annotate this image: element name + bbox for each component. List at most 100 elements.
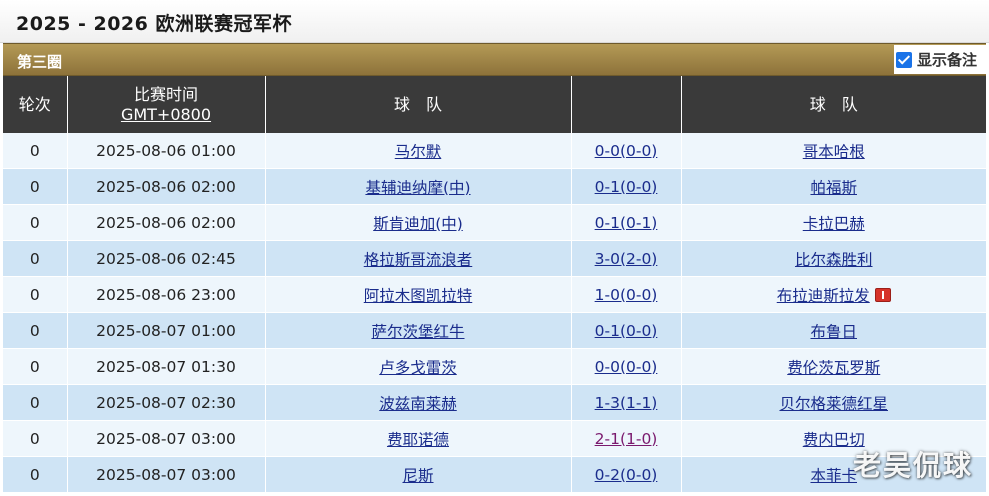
home-team-cell: 斯肯迪加(中) — [265, 204, 572, 241]
home-team-cell: 卢多戈雷茨 — [265, 348, 572, 385]
home-team-cell: 费耶诺德 — [265, 420, 572, 457]
home-team-cell: 阿拉木图凯拉特 — [265, 276, 572, 313]
score-cell: 0-0(0-0) — [571, 133, 682, 169]
header-round: 轮次 — [3, 76, 68, 133]
away-team-link[interactable]: 贝尔格莱德红星 — [779, 395, 888, 413]
score-link[interactable]: 0-0(0-0) — [595, 142, 658, 160]
round-cell: 0 — [3, 348, 68, 385]
away-team-link[interactable]: 帕福斯 — [810, 179, 857, 197]
round-cell: 0 — [3, 240, 68, 277]
table-row: 0 2025-08-06 02:45 格拉斯哥流浪者 3-0(2-0) 比尔森胜… — [3, 240, 986, 277]
score-link[interactable]: 0-0(0-0) — [595, 358, 658, 376]
round-cell: 0 — [3, 384, 68, 421]
show-notes-toggle[interactable]: 显示备注 — [894, 45, 986, 74]
score-link[interactable]: 0-1(0-0) — [595, 322, 658, 340]
header-time: 比赛时间 GMT+0800 — [67, 76, 266, 133]
home-team-link[interactable]: 马尔默 — [395, 143, 442, 161]
header-score — [571, 76, 682, 133]
away-team-link[interactable]: 费伦茨瓦罗斯 — [787, 359, 880, 377]
away-team-cell: 哥本哈根 — [681, 133, 986, 169]
watermark: 老吴侃球 — [852, 449, 973, 482]
time-cell: 2025-08-07 03:00 — [67, 420, 266, 457]
table-row: 0 2025-08-07 01:30 卢多戈雷茨 0-0(0-0) 费伦茨瓦罗斯 — [3, 348, 986, 385]
match-table: 轮次 比赛时间 GMT+0800 球 队 球 队 0 2025-08-06 01… — [3, 76, 986, 493]
header-away-team: 球 队 — [681, 76, 986, 133]
home-team-cell: 萨尔茨堡红牛 — [265, 312, 572, 349]
home-team-cell: 马尔默 — [265, 133, 572, 169]
home-team-link[interactable]: 格拉斯哥流浪者 — [364, 251, 473, 269]
home-team-cell: 尼斯 — [265, 456, 572, 493]
time-cell: 2025-08-07 02:30 — [67, 384, 266, 421]
away-team-cell: 比尔森胜利 — [681, 240, 986, 277]
home-team-link[interactable]: 费耶诺德 — [387, 431, 449, 449]
away-team-link[interactable]: 卡拉巴赫 — [803, 215, 865, 233]
score-cell: 1-3(1-1) — [571, 384, 682, 421]
score-link[interactable]: 0-2(0-0) — [595, 466, 658, 484]
score-link[interactable]: 0-1(0-1) — [595, 214, 658, 232]
away-team-cell: 贝尔格莱德红星 — [681, 384, 986, 421]
page-title: 2025 - 2026 欧洲联赛冠军杯 — [16, 13, 292, 35]
time-cell: 2025-08-06 02:45 — [67, 240, 266, 277]
score-cell: 3-0(2-0) — [571, 240, 682, 277]
score-cell: 0-0(0-0) — [571, 348, 682, 385]
header-time-label: 比赛时间 — [133, 84, 198, 104]
show-notes-label: 显示备注 — [917, 51, 978, 69]
round-cell: 0 — [3, 168, 68, 205]
away-team-link[interactable]: 布鲁日 — [810, 323, 857, 341]
away-team-link[interactable]: 布拉迪斯拉发 — [777, 287, 870, 305]
score-link[interactable]: 1-0(0-0) — [595, 286, 658, 304]
time-cell: 2025-08-06 02:00 — [67, 168, 266, 205]
table-row: 0 2025-08-07 01:00 萨尔茨堡红牛 0-1(0-0) 布鲁日 — [3, 312, 986, 349]
home-team-link[interactable]: 卢多戈雷茨 — [379, 359, 457, 377]
title-bar: 2025 - 2026 欧洲联赛冠军杯 — [0, 0, 989, 43]
table-header-row: 轮次 比赛时间 GMT+0800 球 队 球 队 — [3, 76, 986, 133]
time-cell: 2025-08-07 03:00 — [67, 456, 266, 493]
home-team-link[interactable]: 尼斯 — [402, 467, 433, 485]
score-link[interactable]: 2-1(1-0) — [595, 430, 658, 448]
note-alert-icon[interactable] — [874, 287, 891, 302]
table-row: 0 2025-08-07 03:00 尼斯 0-2(0-0) 本菲卡 — [3, 456, 986, 493]
home-team-cell: 波兹南莱赫 — [265, 384, 572, 421]
away-team-cell: 布鲁日 — [681, 312, 986, 349]
round-bar: 第三圈 显示备注 — [3, 43, 986, 76]
home-team-link[interactable]: 斯肯迪加(中) — [373, 215, 463, 233]
score-link[interactable]: 1-3(1-1) — [595, 394, 658, 412]
time-cell: 2025-08-07 01:00 — [67, 312, 266, 349]
time-cell: 2025-08-07 01:30 — [67, 348, 266, 385]
away-team-link[interactable]: 比尔森胜利 — [795, 251, 873, 269]
table-row: 0 2025-08-06 02:00 斯肯迪加(中) 0-1(0-1) 卡拉巴赫 — [3, 204, 986, 241]
home-team-link[interactable]: 波兹南莱赫 — [379, 395, 457, 413]
away-team-link[interactable]: 本菲卡 — [810, 467, 857, 485]
round-label: 第三圈 — [17, 53, 63, 71]
home-team-link[interactable]: 基辅迪纳摩(中) — [365, 179, 470, 197]
home-team-link[interactable]: 阿拉木图凯拉特 — [364, 287, 473, 305]
time-cell: 2025-08-06 23:00 — [67, 276, 266, 313]
round-cell: 0 — [3, 133, 68, 169]
home-team-cell: 基辅迪纳摩(中) — [265, 168, 572, 205]
header-home-team: 球 队 — [265, 76, 572, 133]
table-row: 0 2025-08-07 03:00 费耶诺德 2-1(1-0) 费内巴切 — [3, 420, 986, 457]
timezone-link[interactable]: GMT+0800 — [68, 105, 265, 125]
away-team-link[interactable]: 哥本哈根 — [803, 143, 865, 161]
away-team-cell: 布拉迪斯拉发 — [681, 276, 986, 313]
round-cell: 0 — [3, 420, 68, 457]
score-cell: 0-1(0-0) — [571, 312, 682, 349]
score-cell: 0-1(0-1) — [571, 204, 682, 241]
round-cell: 0 — [3, 312, 68, 349]
score-cell: 1-0(0-0) — [571, 276, 682, 313]
table-row: 0 2025-08-06 02:00 基辅迪纳摩(中) 0-1(0-0) 帕福斯 — [3, 168, 986, 205]
score-cell: 2-1(1-0) — [571, 420, 682, 457]
home-team-cell: 格拉斯哥流浪者 — [265, 240, 572, 277]
round-cell: 0 — [3, 456, 68, 493]
round-cell: 0 — [3, 204, 68, 241]
time-cell: 2025-08-06 02:00 — [67, 204, 266, 241]
away-team-cell: 帕福斯 — [681, 168, 986, 205]
score-cell: 0-1(0-0) — [571, 168, 682, 205]
time-cell: 2025-08-06 01:00 — [67, 133, 266, 169]
score-link[interactable]: 0-1(0-0) — [595, 178, 658, 196]
table-row: 0 2025-08-07 02:30 波兹南莱赫 1-3(1-1) 贝尔格莱德红… — [3, 384, 986, 421]
score-link[interactable]: 3-0(2-0) — [595, 250, 658, 268]
table-row: 0 2025-08-06 23:00 阿拉木图凯拉特 1-0(0-0) 布拉迪斯… — [3, 276, 986, 313]
show-notes-checkbox[interactable] — [896, 51, 912, 68]
home-team-link[interactable]: 萨尔茨堡红牛 — [371, 323, 464, 341]
